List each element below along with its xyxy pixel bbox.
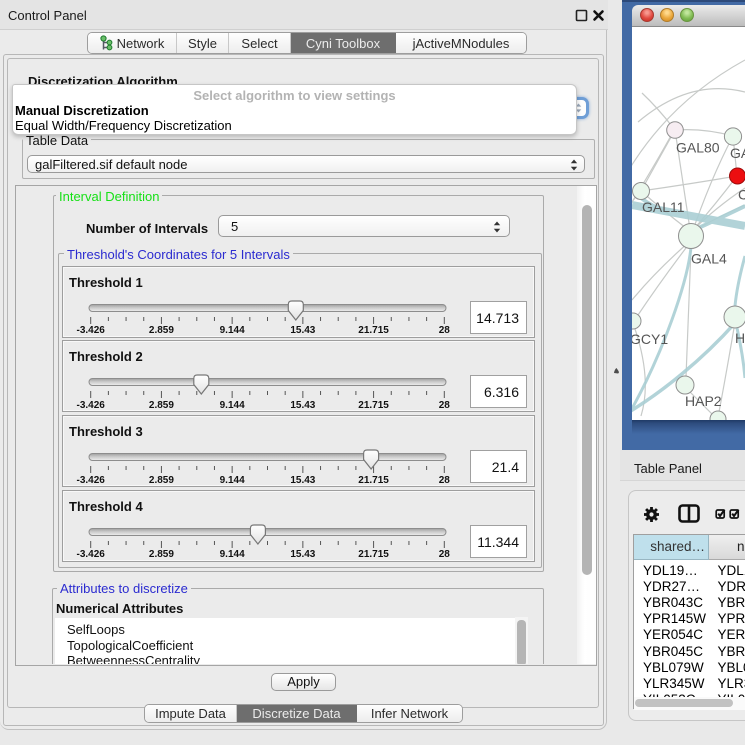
svg-text:HAP2: HAP2 bbox=[685, 393, 722, 409]
svg-text:H: H bbox=[735, 330, 745, 346]
svg-text:GAL80: GAL80 bbox=[676, 140, 720, 156]
svg-text:GAL11: GAL11 bbox=[642, 199, 685, 215]
svg-text:C: C bbox=[738, 187, 745, 203]
svg-text:GCY1: GCY1 bbox=[632, 331, 668, 347]
svg-text:GAL4: GAL4 bbox=[691, 251, 727, 267]
svg-text:GA: GA bbox=[730, 145, 745, 161]
